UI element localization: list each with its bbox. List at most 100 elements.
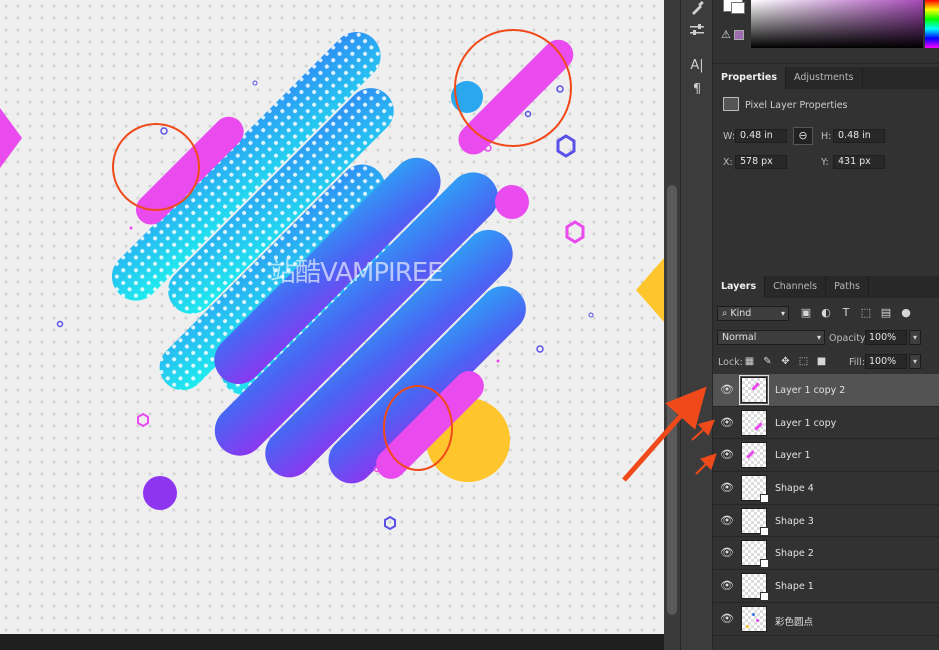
layer-filter-bar: ⌕ Kind ▾ ▣ ◐ T ⬚ ▤ ● — [713, 298, 939, 326]
blend-mode-value: Normal — [722, 332, 757, 343]
layers-tabs: Layers Channels Paths — [713, 276, 939, 298]
hexagon-blue — [556, 134, 576, 158]
filter-toggle-icon[interactable]: ● — [899, 306, 913, 320]
lock-artboard-icon[interactable]: ⬚ — [797, 355, 810, 368]
x-position-field[interactable]: 578 px — [735, 155, 787, 169]
lock-position-icon[interactable]: ✥ — [779, 355, 792, 368]
lock-all-icon[interactable]: ■ — [815, 355, 828, 368]
filter-kind-select[interactable]: ⌕ Kind ▾ — [717, 306, 789, 321]
annotation-arrow-low — [695, 453, 717, 475]
filter-pixel-icon[interactable]: ▣ — [799, 306, 813, 320]
tab-layers[interactable]: Layers — [713, 276, 766, 298]
visibility-eye-icon[interactable]: 👁 — [720, 613, 734, 624]
pixel-layer-properties-label: Pixel Layer Properties — [745, 100, 848, 111]
paragraph-icon[interactable]: ¶ — [687, 80, 707, 100]
color-field[interactable] — [751, 0, 923, 48]
opacity-field[interactable]: 100% — [865, 330, 907, 345]
adjust-sliders-icon[interactable] — [687, 22, 707, 42]
fill-chevron-icon[interactable]: ▾ — [909, 354, 921, 369]
hue-slider[interactable] — [925, 0, 939, 48]
fill-field[interactable]: 100% — [865, 354, 907, 369]
y-label: Y: — [821, 157, 829, 168]
blend-mode-select[interactable]: Normal ▾ — [717, 330, 825, 345]
visibility-eye-icon[interactable]: 👁 — [720, 515, 734, 526]
layer-thumbnail — [741, 540, 769, 569]
lock-fill-row: Lock: ▦ ✎ ✥ ⬚ ■ Fill: 100% ▾ — [713, 350, 939, 374]
height-label: H: — [821, 131, 832, 142]
pixel-layer-icon — [723, 97, 739, 111]
visibility-eye-icon[interactable]: 👁 — [720, 482, 734, 493]
layer-name: Shape 1 — [775, 581, 814, 593]
tab-paths[interactable]: Paths — [826, 276, 869, 298]
layer-thumbnail — [741, 507, 769, 536]
annotation-arrows — [622, 386, 717, 482]
layer-thumbnail — [741, 573, 769, 602]
gamut-color-swatch[interactable] — [734, 30, 744, 40]
layer-row-shape-4[interactable]: 👁 Shape 4 — [713, 472, 939, 505]
layer-row-shape-1[interactable]: 👁 Shape 1 — [713, 570, 939, 603]
properties-tabs: Properties Adjustments — [713, 67, 939, 89]
opacity-chevron-icon[interactable]: ▾ — [909, 330, 921, 345]
filter-smart-object-icon[interactable]: ▤ — [879, 306, 893, 320]
layer-thumbnail — [741, 442, 767, 469]
layer-thumbnail — [741, 475, 769, 504]
layer-row-shape-2[interactable]: 👁 Shape 2 — [713, 537, 939, 571]
filter-type-icon[interactable]: T — [839, 306, 853, 320]
panel-tool-strip: A| ¶ — [680, 0, 713, 650]
shape-layer-icon — [760, 494, 769, 504]
lock-label: Lock: — [718, 357, 743, 368]
magenta-circle-right — [495, 185, 529, 219]
width-field[interactable]: 0.48 in — [735, 129, 787, 143]
shape-layer-icon — [760, 592, 769, 602]
tab-adjustments[interactable]: Adjustments — [786, 67, 863, 89]
fill-label: Fill: — [849, 357, 865, 368]
visibility-eye-icon[interactable]: 👁 — [720, 449, 734, 460]
lock-transparent-pixels-icon[interactable]: ▦ — [743, 355, 756, 368]
layer-name: Shape 2 — [775, 548, 814, 560]
type-panel-icon[interactable]: A| — [687, 56, 707, 76]
x-label: X: — [723, 157, 733, 168]
canvas-status-bar — [0, 634, 664, 650]
visibility-eye-icon[interactable]: 👁 — [720, 580, 734, 591]
brush-icon[interactable] — [687, 0, 707, 20]
layer-name: Layer 1 — [775, 450, 811, 462]
layer-name: Layer 1 copy 2 — [775, 385, 846, 396]
lock-image-pixels-icon[interactable]: ✎ — [761, 355, 774, 368]
filter-kind-value: Kind — [730, 308, 752, 319]
tab-channels[interactable]: Channels — [765, 276, 827, 298]
visibility-eye-icon[interactable]: 👁 — [720, 547, 734, 558]
shape-layer-icon — [760, 559, 769, 569]
hexagon-small-left — [137, 412, 149, 428]
opacity-label: Opacity: — [829, 333, 869, 344]
filter-adjustment-icon[interactable]: ◐ — [819, 306, 833, 320]
layer-row-layer-1-copy[interactable]: 👁 Layer 1 copy — [713, 407, 939, 440]
visibility-eye-icon[interactable]: 👁 — [720, 417, 734, 428]
visibility-eye-icon[interactable]: 👁 — [720, 384, 734, 395]
blend-opacity-row: Normal ▾ Opacity: 100% ▾ — [713, 326, 939, 350]
y-position-field[interactable]: 431 px — [833, 155, 885, 169]
color-panel: ⚠ — [713, 0, 939, 64]
width-label: W: — [723, 131, 736, 142]
layer-list: 👁 Layer 1 copy 2 👁 Layer 1 copy 👁 Layer … — [713, 374, 939, 650]
gamut-warning-icon[interactable]: ⚠ — [721, 28, 731, 41]
layer-name: 彩色圆点 — [775, 616, 814, 628]
link-dimensions-icon[interactable]: ⊖ — [793, 127, 813, 145]
annotation-arrow-main — [622, 386, 707, 482]
filter-shape-icon[interactable]: ⬚ — [859, 306, 873, 320]
hexagon-magenta — [565, 220, 585, 244]
layer-row-shape-3[interactable]: 👁 Shape 3 — [713, 505, 939, 538]
search-icon: ⌕ — [722, 308, 728, 319]
background-color-swatch[interactable] — [731, 2, 745, 14]
properties-panel: Pixel Layer Properties W: 0.48 in ⊖ H: 0… — [713, 89, 939, 269]
document-canvas[interactable]: 站酷VAMPIREE — [0, 0, 664, 634]
layer-row-layer-1[interactable]: 👁 Layer 1 — [713, 439, 939, 473]
artwork — [0, 29, 664, 531]
layer-row-layer-1-copy-2[interactable]: 👁 Layer 1 copy 2 — [713, 374, 939, 407]
layer-row-colored-dots[interactable]: 👁 彩色圆点 — [713, 603, 939, 636]
tab-properties[interactable]: Properties — [713, 67, 786, 89]
layer-thumbnail — [741, 605, 767, 632]
chevron-down-icon: ▾ — [816, 333, 821, 342]
yellow-wedge-right — [636, 258, 664, 322]
shape-layer-icon — [760, 526, 769, 536]
height-field[interactable]: 0.48 in — [833, 129, 885, 143]
